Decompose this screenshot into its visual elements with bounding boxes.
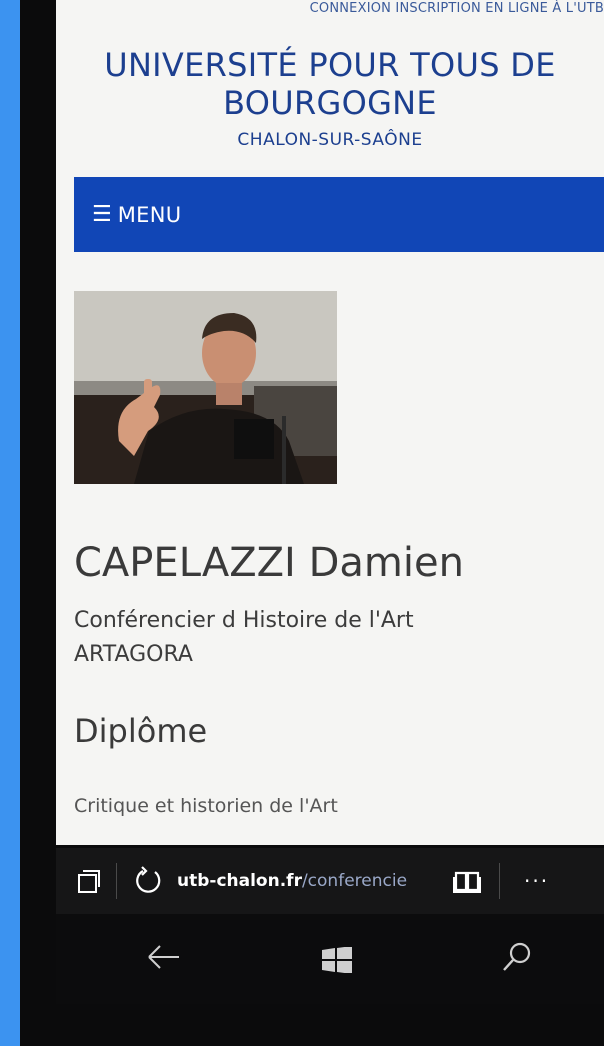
site-title[interactable]: UNIVERSITÉ POUR TOUS DE BOURGOGNE [56,46,604,122]
speaker-name: CAPELAZZI Damien [74,540,464,586]
url-host: utb-chalon.fr [177,871,302,891]
divider [116,863,117,899]
diploma-heading: Diplôme [74,712,208,750]
menu-button[interactable]: ☰ MENU [74,177,604,252]
role-organization: ARTAGORA [74,642,193,667]
site-subtitle: CHALON-SUR-SAÔNE [237,130,423,150]
refresh-icon[interactable] [133,866,163,896]
site-title-line2: BOURGOGNE [223,84,437,122]
more-icon[interactable]: ··· [524,869,549,893]
diploma-text: Critique et historien de l'Art [74,795,338,817]
browser-viewport: CONNEXION INSCRIPTION EN LIGNE À L'UTB U… [56,0,604,845]
reading-view-icon[interactable] [453,869,481,893]
site-title-line1: UNIVERSITÉ POUR TOUS DE [104,46,556,84]
tabs-icon[interactable] [78,870,100,893]
top-links[interactable]: CONNEXION INSCRIPTION EN LIGNE À L'UTB [56,2,604,20]
url-path: /conferencie [301,871,408,891]
url-field[interactable]: utb-chalon.fr/conferencie [177,871,447,891]
speaker-photo [74,291,337,484]
hamburger-icon: ☰ [92,202,112,227]
menu-label: MENU [117,202,182,227]
divider [499,863,500,899]
role-title: Conférencier d Histoire de l'Art [74,608,414,633]
search-icon[interactable] [502,941,532,973]
os-navigation-bar [56,914,604,1004]
windows-start-icon[interactable] [322,947,352,973]
back-arrow-icon[interactable] [146,942,182,972]
speaker-role: Conférencier d Histoire de l'Art ARTAGOR… [74,604,414,672]
browser-address-bar: utb-chalon.fr/conferencie ··· [56,848,604,914]
